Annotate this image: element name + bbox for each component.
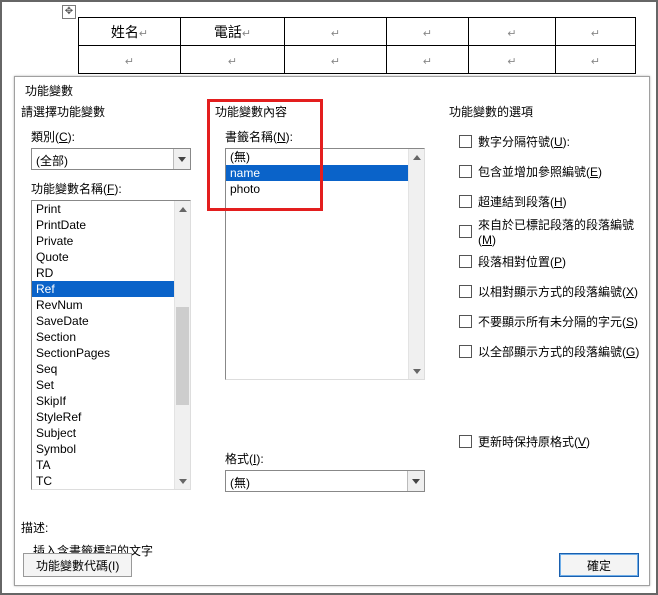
chevron-down-icon [178, 157, 186, 162]
table-cell: ↵ [285, 46, 387, 74]
checkbox[interactable] [459, 435, 472, 448]
field-name-item[interactable]: TA [32, 457, 190, 473]
scrollbar[interactable] [174, 201, 190, 489]
scroll-up-button[interactable] [409, 149, 424, 165]
table-header-6: ↵ [556, 18, 636, 46]
select-field-header: 請選擇功能變數 [19, 101, 207, 126]
option-label: 超連結到段落(H) [478, 193, 567, 210]
table-move-handle[interactable]: ✥ [62, 5, 76, 19]
table-header-name: 姓名↵ [79, 18, 181, 46]
field-name-item[interactable]: SaveDate [32, 313, 190, 329]
table-cell: ↵ [469, 46, 556, 74]
option-label: 更新時保持原格式(V) [478, 433, 590, 450]
category-label: 類別(C): [19, 126, 207, 148]
field-name-item[interactable]: Subject [32, 425, 190, 441]
field-name-item[interactable]: Quote [32, 249, 190, 265]
scroll-down-button[interactable] [409, 363, 424, 379]
option-row: 不要顯示所有未分隔的字元(S) [447, 306, 647, 336]
category-value: (全部) [32, 149, 173, 169]
field-name-item[interactable]: RD [32, 265, 190, 281]
option-row: 以相對顯示方式的段落編號(X) [447, 276, 647, 306]
option-row: 來自於已標記段落的段落編號(M) [447, 216, 647, 246]
option-row: 更新時保持原格式(V) [447, 426, 647, 456]
table-header-4: ↵ [387, 18, 469, 46]
checkbox[interactable] [459, 345, 472, 358]
format-dropdown-button[interactable] [407, 471, 424, 491]
option-label: 包含並增加參照編號(E) [478, 163, 602, 180]
field-names-listbox[interactable]: PrintPrintDatePrivateQuoteRDRefRevNumSav… [31, 200, 191, 490]
field-name-item[interactable]: PrintDate [32, 217, 190, 233]
option-row: 段落相對位置(P) [447, 246, 647, 276]
field-names-label: 功能變數名稱(F): [19, 178, 207, 200]
option-label: 不要顯示所有未分隔的字元(S) [478, 313, 638, 330]
option-row: 數字分隔符號(U): [447, 126, 647, 156]
background-table: 姓名↵ 電話↵ ↵ ↵ ↵ ↵ ↵ ↵ ↵ ↵ ↵ ↵ [78, 17, 636, 74]
option-label: 以全部顯示方式的段落編號(G) [478, 343, 639, 360]
checkbox[interactable] [459, 165, 472, 178]
table-cell: ↵ [387, 46, 469, 74]
option-label: 來自於已標記段落的段落編號(M) [478, 216, 647, 247]
table-cell: ↵ [79, 46, 181, 74]
bookmark-name-label: 書籤名稱(N): [213, 126, 439, 148]
ok-button[interactable]: 確定 [559, 553, 639, 577]
bookmark-item[interactable]: photo [226, 181, 424, 197]
triangle-up-icon [413, 155, 421, 160]
checkbox[interactable] [459, 285, 472, 298]
scrollbar[interactable] [408, 149, 424, 379]
field-name-item[interactable]: Ref [32, 281, 190, 297]
checkbox[interactable] [459, 255, 472, 268]
chevron-down-icon [412, 479, 420, 484]
description-label: 描述: [19, 517, 439, 539]
field-name-item[interactable]: SkipIf [32, 393, 190, 409]
table-header-3: ↵ [285, 18, 387, 46]
field-name-item[interactable]: SectionPages [32, 345, 190, 361]
option-row: 包含並增加參照編號(E) [447, 156, 647, 186]
field-name-item[interactable]: Symbol [32, 441, 190, 457]
format-combo[interactable]: (無) [225, 470, 425, 492]
field-name-item[interactable]: RevNum [32, 297, 190, 313]
format-label: 格式(I): [213, 448, 439, 470]
field-name-item[interactable]: TC [32, 473, 190, 489]
checkbox[interactable] [459, 225, 472, 238]
bookmark-item[interactable]: name [226, 165, 424, 181]
category-dropdown-button[interactable] [173, 149, 190, 169]
field-codes-button[interactable]: 功能變數代碼(I) [23, 553, 132, 577]
field-name-item[interactable]: Private [32, 233, 190, 249]
table-header-5: ↵ [469, 18, 556, 46]
option-row: 以全部顯示方式的段落編號(G) [447, 336, 647, 366]
scroll-down-button[interactable] [175, 473, 190, 489]
bookmark-listbox[interactable]: (無)namephoto [225, 148, 425, 380]
option-row: 超連結到段落(H) [447, 186, 647, 216]
option-label: 段落相對位置(P) [478, 253, 566, 270]
checkbox[interactable] [459, 195, 472, 208]
format-value: (無) [226, 471, 407, 491]
scroll-up-button[interactable] [175, 201, 190, 217]
field-name-item[interactable]: Set [32, 377, 190, 393]
field-name-item[interactable]: Print [32, 201, 190, 217]
checkbox[interactable] [459, 315, 472, 328]
table-header-phone: 電話↵ [181, 18, 285, 46]
category-combo[interactable]: (全部) [31, 148, 191, 170]
field-name-item[interactable]: Section [32, 329, 190, 345]
field-name-item[interactable]: StyleRef [32, 409, 190, 425]
checkbox[interactable] [459, 135, 472, 148]
field-options-header: 功能變數的選項 [447, 101, 647, 126]
field-name-item[interactable]: Seq [32, 361, 190, 377]
scrollbar-thumb[interactable] [176, 307, 189, 405]
triangle-down-icon [413, 369, 421, 374]
triangle-up-icon [179, 207, 187, 212]
triangle-down-icon [179, 479, 187, 484]
table-cell: ↵ [556, 46, 636, 74]
field-content-header: 功能變數內容 [213, 101, 439, 126]
bookmark-item[interactable]: (無) [226, 149, 424, 165]
option-label: 數字分隔符號(U): [478, 133, 570, 150]
dialog-title: 功能變數 [15, 77, 649, 101]
table-cell: ↵ [181, 46, 285, 74]
field-dialog: 功能變數 請選擇功能變數 類別(C): (全部) 功能變數名稱(F): Prin… [14, 76, 650, 586]
option-label: 以相對顯示方式的段落編號(X) [478, 283, 638, 300]
